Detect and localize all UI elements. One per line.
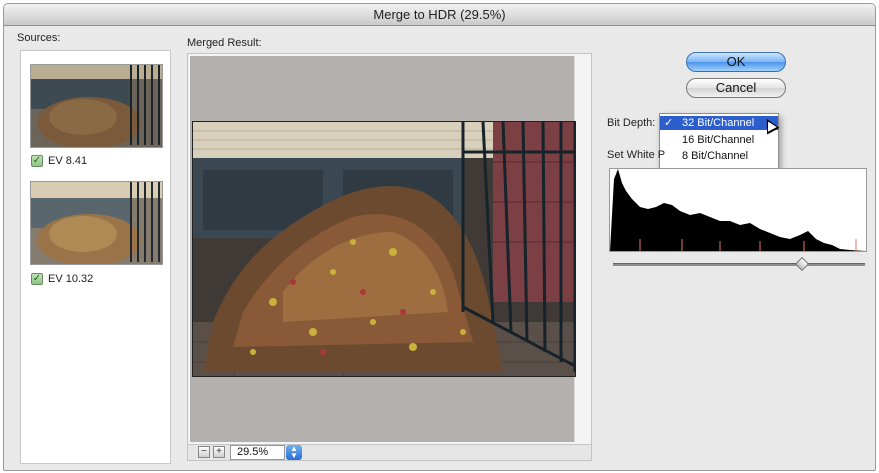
sources-label: Sources: <box>17 32 61 44</box>
merged-photo <box>192 121 576 377</box>
cancel-button[interactable]: Cancel <box>686 78 786 98</box>
merged-photo-image <box>193 122 575 376</box>
histogram-graph <box>610 169 866 251</box>
sources-panel: ✓ EV 8.41 ✓ EV 10.32 <box>20 50 171 464</box>
source-label-1: EV 8.41 <box>48 155 88 167</box>
source-thumbnail-1-image <box>31 65 162 147</box>
set-white-point-label: Set White P <box>607 149 666 161</box>
source-checkbox-1[interactable]: ✓ <box>31 155 43 167</box>
bit-depth-option-16[interactable]: 16 Bit/Channel <box>660 133 778 147</box>
zoom-bar: − + 29.5% ▲ ▼ <box>187 445 592 461</box>
zoom-level-field[interactable]: 29.5% <box>230 445 285 460</box>
source-thumbnail-1[interactable] <box>30 64 163 148</box>
zoom-in-button[interactable]: + <box>213 446 225 458</box>
histogram <box>609 168 867 252</box>
white-point-slider-track[interactable] <box>613 263 865 266</box>
bit-depth-label: Bit Depth: <box>607 117 656 129</box>
bit-depth-option-8[interactable]: 8 Bit/Channel <box>660 149 778 163</box>
source-thumbnail-2-image <box>31 182 162 264</box>
window-title: Merge to HDR (29.5%) <box>373 7 506 22</box>
checkmark-icon: ✓ <box>664 117 674 129</box>
ok-button[interactable]: OK <box>686 52 786 72</box>
zoom-out-button[interactable]: − <box>198 446 210 458</box>
source-checkbox-2[interactable]: ✓ <box>31 273 43 285</box>
zoom-stepper-icon[interactable]: ▲ ▼ <box>286 445 302 460</box>
merged-result-label: Merged Result: <box>187 37 262 49</box>
source-thumbnail-2[interactable] <box>30 181 163 265</box>
preview-vertical-scrollbar[interactable] <box>574 56 589 442</box>
title-bar[interactable]: Merge to HDR (29.5%) <box>4 4 875 26</box>
merged-result-preview <box>187 53 592 445</box>
source-label-2: EV 10.32 <box>48 273 94 285</box>
